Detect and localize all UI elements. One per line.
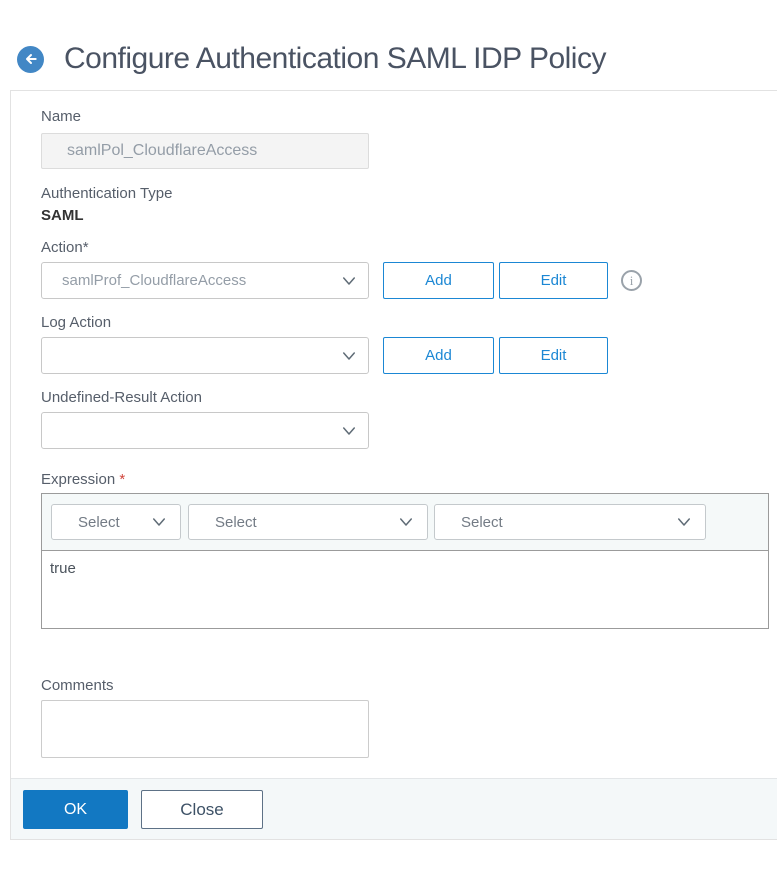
expression-label-text: Expression bbox=[41, 471, 116, 488]
back-button[interactable] bbox=[17, 45, 44, 73]
form-content: Name Authentication Type SAML Action* sa… bbox=[11, 91, 777, 758]
action-edit-button[interactable]: Edit bbox=[499, 262, 608, 299]
auth-type-label: Authentication Type bbox=[41, 185, 173, 202]
undefined-result-action-label: Undefined-Result Action bbox=[41, 389, 202, 406]
log-action-add-button[interactable]: Add bbox=[383, 337, 494, 374]
close-button[interactable]: Close bbox=[141, 790, 263, 829]
expression-text-input[interactable]: true bbox=[42, 551, 768, 628]
comments-label: Comments bbox=[41, 677, 114, 694]
expression-toolbar: Select Select Select bbox=[42, 494, 768, 551]
chevron-down-icon bbox=[150, 513, 168, 531]
chevron-down-icon bbox=[340, 272, 358, 290]
required-asterisk: * bbox=[119, 471, 126, 488]
name-label: Name bbox=[41, 108, 82, 125]
ok-button[interactable]: OK bbox=[23, 790, 128, 829]
action-row: samlProf_CloudflareAccess Add Edit i bbox=[41, 262, 777, 299]
expression-editor: Select Select Select true bbox=[41, 493, 769, 629]
log-action-row: Add Edit bbox=[41, 337, 777, 374]
undefined-result-action-row bbox=[41, 412, 777, 449]
info-icon[interactable]: i bbox=[621, 270, 642, 291]
expression-select-1-value: Select bbox=[78, 513, 120, 531]
expression-select-3-value: Select bbox=[461, 513, 503, 531]
expression-select-2-value: Select bbox=[215, 513, 257, 531]
undefined-result-action-dropdown[interactable] bbox=[41, 412, 369, 449]
chevron-down-icon bbox=[675, 513, 693, 531]
page-title: Configure Authentication SAML IDP Policy bbox=[64, 42, 606, 75]
expression-select-1[interactable]: Select bbox=[51, 504, 181, 540]
chevron-down-icon bbox=[340, 422, 358, 440]
comments-input[interactable] bbox=[41, 700, 369, 758]
chevron-down-icon bbox=[397, 513, 415, 531]
footer-bar: OK Close bbox=[11, 778, 777, 839]
action-dropdown-value: samlProf_CloudflareAccess bbox=[62, 272, 247, 289]
expression-label: Expression * bbox=[41, 472, 777, 488]
log-action-edit-button[interactable]: Edit bbox=[499, 337, 608, 374]
action-dropdown[interactable]: samlProf_CloudflareAccess bbox=[41, 262, 369, 299]
page-header: Configure Authentication SAML IDP Policy bbox=[0, 0, 777, 90]
auth-type-value: SAML bbox=[41, 207, 84, 224]
action-label: Action* bbox=[41, 239, 89, 256]
log-action-dropdown[interactable] bbox=[41, 337, 369, 374]
chevron-down-icon bbox=[340, 347, 358, 365]
expression-select-3[interactable]: Select bbox=[434, 504, 706, 540]
log-action-label: Log Action bbox=[41, 314, 112, 331]
arrow-left-icon bbox=[23, 51, 39, 67]
expression-select-2[interactable]: Select bbox=[188, 504, 428, 540]
name-input[interactable] bbox=[41, 133, 369, 169]
action-add-button[interactable]: Add bbox=[383, 262, 494, 299]
form-panel: Name Authentication Type SAML Action* sa… bbox=[10, 90, 777, 840]
